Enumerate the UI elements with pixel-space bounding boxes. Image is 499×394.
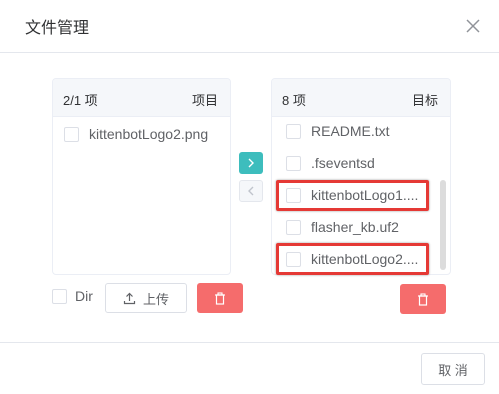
upload-icon xyxy=(123,292,136,304)
dir-checkbox-row[interactable]: Dir xyxy=(52,288,93,304)
cancel-button[interactable]: 取 消 xyxy=(421,353,485,385)
transfer-left-button[interactable] xyxy=(239,180,263,202)
target-item-label: flasher_kb.uf2 xyxy=(311,219,399,235)
close-button[interactable] xyxy=(463,16,483,36)
target-item-label: README.txt xyxy=(311,123,390,139)
source-item-checkbox[interactable] xyxy=(64,126,79,142)
target-list-item[interactable]: kittenbotLogo2.... xyxy=(286,248,418,270)
target-item-checkbox[interactable] xyxy=(286,123,301,139)
target-scrollbar[interactable] xyxy=(440,180,446,270)
dialog-title: 文件管理 xyxy=(25,20,90,37)
target-item-checkbox[interactable] xyxy=(286,219,301,235)
target-item-label: kittenbotLogo1.... xyxy=(311,187,419,203)
upload-label: 上传 xyxy=(142,291,169,307)
trash-icon xyxy=(418,292,428,306)
target-item-checkbox[interactable] xyxy=(286,251,301,267)
close-icon xyxy=(466,19,480,33)
source-title: 项目 xyxy=(191,93,218,108)
delete-target-button[interactable] xyxy=(400,284,446,314)
source-panel-header: 2/1 项 项目 xyxy=(53,79,230,117)
target-list-item[interactable]: kittenbotLogo1.... xyxy=(286,184,418,206)
target-list-item[interactable]: flasher_kb.uf2 xyxy=(286,216,399,238)
target-count: 8 项 xyxy=(282,93,306,108)
dialog-header: 文件管理 xyxy=(0,0,499,52)
target-list-item[interactable]: README.txt xyxy=(286,120,390,142)
footer-divider xyxy=(0,342,499,343)
chevron-left-icon xyxy=(248,186,254,196)
upload-button[interactable]: 上传 xyxy=(105,283,187,313)
target-panel-header: 8 项 目标 xyxy=(272,79,450,117)
source-list-item[interactable]: kittenbotLogo2.png xyxy=(64,123,208,145)
source-panel: 2/1 项 项目 xyxy=(52,78,231,275)
target-item-checkbox[interactable] xyxy=(286,155,301,171)
target-item-label: kittenbotLogo2.... xyxy=(311,251,419,267)
source-count: 2/1 项 xyxy=(63,93,98,108)
transfer-right-button[interactable] xyxy=(239,152,263,174)
source-item-label: kittenbotLogo2.png xyxy=(89,126,209,142)
trash-icon xyxy=(215,291,225,305)
target-title: 目标 xyxy=(411,93,438,108)
chevron-right-icon xyxy=(248,158,254,168)
dir-checkbox[interactable] xyxy=(52,288,67,304)
delete-source-button[interactable] xyxy=(197,283,243,313)
header-divider xyxy=(0,52,499,53)
target-item-label: .fseventsd xyxy=(311,155,375,171)
target-list-item[interactable]: .fseventsd xyxy=(286,152,375,174)
dir-label: Dir xyxy=(75,288,93,304)
target-item-checkbox[interactable] xyxy=(286,187,301,203)
